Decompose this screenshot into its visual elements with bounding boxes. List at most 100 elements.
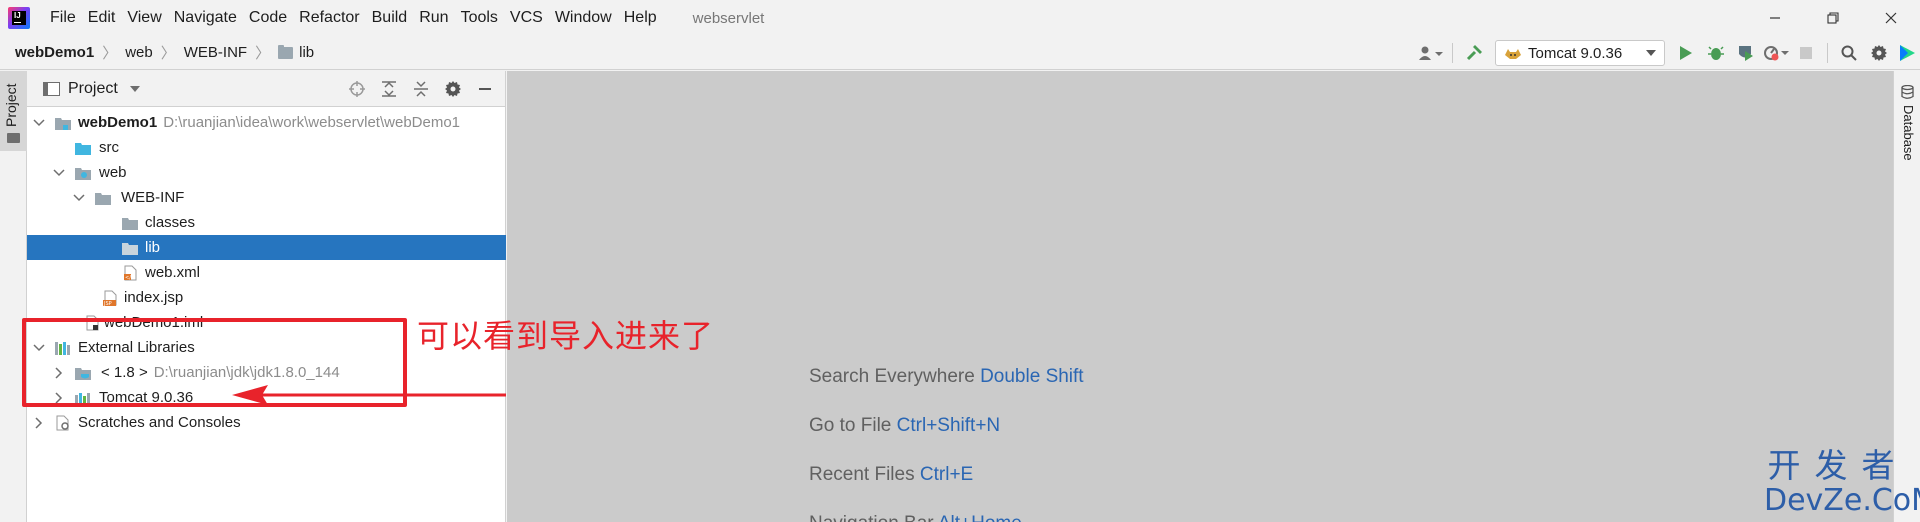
annotation-arrow-icon [232, 385, 506, 405]
menu-build[interactable]: Build [366, 0, 414, 36]
tree-node-web[interactable]: web [27, 160, 506, 185]
xml-file-icon: </> [124, 265, 137, 281]
scratches-icon [56, 415, 69, 430]
menu-refactor[interactable]: Refactor [293, 0, 365, 36]
menu-view[interactable]: View [121, 0, 167, 36]
tree-node-index-jsp[interactable]: JSP index.jsp [27, 285, 506, 310]
run-icon [1680, 46, 1692, 60]
hint-shortcut: Ctrl+E [919, 464, 974, 485]
svg-text:JSP: JSP [103, 301, 112, 306]
toolbar-separator [1827, 43, 1828, 63]
tree-label-classes: classes [145, 214, 196, 231]
module-folder-icon [55, 117, 71, 130]
hint-navigation-bar: Navigation Bar Alt+Home [809, 513, 1022, 522]
minimize-button[interactable] [1746, 0, 1804, 36]
chevron-down-icon[interactable] [33, 117, 45, 129]
build-button[interactable] [1459, 38, 1489, 68]
stop-icon [1800, 47, 1812, 59]
restore-button[interactable] [1804, 0, 1862, 36]
tomcat-icon [1505, 49, 1521, 59]
ide-window: IJ File Edit View Navigate Code Refactor… [0, 0, 1920, 522]
tree-node-web-xml[interactable]: </> web.xml [27, 260, 506, 285]
profile-button[interactable] [1761, 38, 1791, 68]
search-everywhere-button[interactable] [1834, 38, 1864, 68]
window-title: webservlet [692, 9, 765, 27]
tree-label-lib: lib [145, 239, 161, 256]
hint-shortcut: Alt+Home [938, 513, 1022, 522]
gear-icon [1871, 45, 1887, 61]
menu-bar: IJ File Edit View Navigate Code Refactor… [0, 0, 1920, 36]
breadcrumb-separator-icon: 〉 [255, 45, 271, 62]
watermark-line1: 开发者 [1767, 446, 1909, 485]
menu-help[interactable]: Help [618, 0, 663, 36]
collapse-all-icon [414, 81, 428, 97]
crosshair-icon [349, 81, 365, 97]
restore-icon [1827, 12, 1839, 24]
stop-button[interactable] [1791, 38, 1821, 68]
folder-icon [122, 217, 138, 230]
coverage-button[interactable] [1731, 38, 1761, 68]
tree-label-src: src [99, 139, 119, 156]
minimize-icon [479, 88, 491, 90]
tree-node-web-inf[interactable]: WEB-INF [27, 185, 506, 210]
tree-node-scratches[interactable]: Scratches and Consoles [27, 410, 506, 435]
chevron-down-icon[interactable] [73, 192, 85, 204]
project-panel: Project webDemo1 D:\ruanjian\idea\work\w… [27, 71, 506, 522]
watermark: 开发者 DevZe.CoM [1764, 446, 1920, 518]
hide-panel-button[interactable] [469, 74, 501, 104]
hint-shortcut: Ctrl+Shift+N [896, 415, 1001, 436]
tree-node-classes[interactable]: classes [27, 210, 506, 235]
view-mode-dropdown[interactable] [129, 85, 140, 92]
minimize-icon [1770, 17, 1780, 19]
hint-label: Navigation Bar [809, 513, 934, 522]
menu-code[interactable]: Code [243, 0, 293, 36]
menu-edit[interactable]: Edit [82, 0, 122, 36]
debug-button[interactable] [1701, 38, 1731, 68]
folder-icon [122, 242, 138, 255]
close-window-button[interactable] [1862, 0, 1920, 36]
menu-tools[interactable]: Tools [455, 0, 504, 36]
project-panel-header: Project [27, 71, 505, 107]
expand-all-button[interactable] [373, 74, 405, 104]
code-with-me-button[interactable] [1894, 38, 1920, 68]
breadcrumb-project[interactable]: webDemo1 [15, 44, 94, 61]
database-tool-tab[interactable]: Database [1901, 105, 1916, 161]
tree-node-lib[interactable]: lib [27, 235, 506, 260]
tree-label-web-inf: WEB-INF [121, 189, 185, 206]
editor-empty-area[interactable]: Search Everywhere Double Shift Go to Fil… [507, 71, 1893, 522]
run-configuration-select[interactable]: Tomcat 9.0.36 [1495, 40, 1665, 66]
project-panel-actions [341, 71, 501, 107]
project-tool-tab-label: Project [3, 83, 19, 127]
project-tool-tab[interactable]: Project [0, 71, 27, 151]
breadcrumb-web-inf[interactable]: WEB-INF [184, 44, 247, 61]
chevron-right-icon[interactable] [33, 416, 45, 429]
menu-vcs[interactable]: VCS [504, 0, 549, 36]
breadcrumb-lib[interactable]: lib [278, 44, 314, 61]
menu-file[interactable]: File [44, 0, 82, 36]
tree-node-src[interactable]: src [27, 135, 506, 160]
collapse-all-button[interactable] [405, 74, 437, 104]
svg-text:</>: </> [125, 275, 135, 281]
settings-button[interactable] [1864, 38, 1894, 68]
breadcrumb-separator-icon: 〉 [160, 45, 176, 62]
folder-icon [95, 192, 111, 205]
hint-search-everywhere: Search Everywhere Double Shift [809, 366, 1084, 388]
user-vcs-button[interactable] [1416, 38, 1446, 68]
menu-navigate[interactable]: Navigate [168, 0, 243, 36]
hint-go-to-file: Go to File Ctrl+Shift+N [809, 415, 1000, 437]
locate-file-button[interactable] [341, 74, 373, 104]
menu-run[interactable]: Run [413, 0, 454, 36]
user-icon [1419, 46, 1443, 60]
bug-icon [1708, 46, 1724, 60]
toolbar-separator [1452, 43, 1453, 63]
hint-label: Search Everywhere [809, 366, 975, 387]
project-root-name: webDemo1 [78, 114, 158, 131]
main-toolbar: Tomcat 9.0.36 [1416, 36, 1920, 70]
chevron-down-icon[interactable] [53, 167, 65, 179]
breadcrumb-web[interactable]: web [125, 44, 153, 61]
expand-all-icon [382, 81, 396, 97]
panel-settings-button[interactable] [437, 74, 469, 104]
run-button[interactable] [1671, 38, 1701, 68]
tree-node-project-root[interactable]: webDemo1 D:\ruanjian\idea\work\webservlet… [27, 110, 506, 135]
menu-window[interactable]: Window [549, 0, 618, 36]
